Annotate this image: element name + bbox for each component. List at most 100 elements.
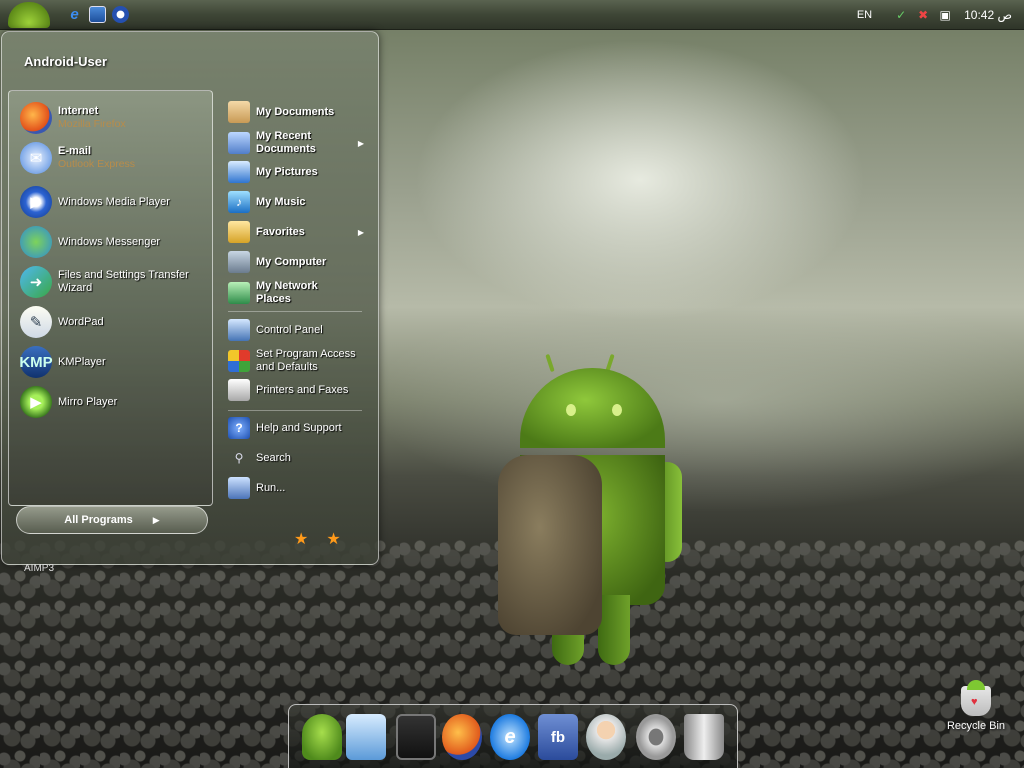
menu-item-label: My Documents: [256, 105, 335, 118]
menu-item-favorites[interactable]: Favorites ▶: [228, 221, 368, 243]
menu-item-label: My Network Places: [256, 280, 318, 305]
menu-item-windows-messenger[interactable]: Windows Messenger: [20, 224, 205, 260]
language-indicator[interactable]: EN: [857, 9, 872, 21]
android-antenna-left: [545, 353, 555, 373]
transfer-wizard-icon: ➜: [20, 266, 52, 298]
connection-icon[interactable]: ▣: [938, 8, 952, 22]
user-name: Android-User: [24, 54, 108, 69]
system-tray: EN ✓ ✖ ▣ 10:42 ص: [857, 0, 1024, 30]
help-icon: ?: [228, 417, 250, 439]
menu-item-my-documents[interactable]: My Documents: [228, 101, 368, 123]
menu-item-title: Internet: [58, 105, 99, 117]
menu-item-label: Favorites: [256, 225, 305, 238]
menu-item-label: My Computer: [256, 255, 327, 268]
menu-item-title: WordPad: [58, 315, 104, 328]
menu-item-label: Control Panel: [256, 323, 323, 336]
menu-item-my-computer[interactable]: My Computer: [228, 251, 368, 273]
run-icon: [228, 477, 250, 499]
program-access-icon: [228, 350, 250, 372]
menu-item-title: Mirro Player: [58, 395, 118, 408]
menu-item-title: KMPlayer: [58, 355, 106, 368]
internet-explorer-icon[interactable]: e: [490, 714, 530, 760]
menu-item-control-panel[interactable]: Control Panel: [228, 319, 368, 341]
windows-messenger-icon: [20, 226, 52, 258]
menu-item-run[interactable]: Run...: [228, 477, 368, 499]
email-icon: ✉: [20, 142, 52, 174]
my-pictures-icon: [228, 161, 250, 183]
menu-item-email[interactable]: ✉ E-mail Outlook Express: [20, 140, 205, 176]
submenu-arrow-icon: ▶: [357, 227, 364, 237]
android-backpack: [498, 455, 602, 635]
star-icon: ★: [294, 531, 309, 548]
menu-item-windows-media-player[interactable]: ▶ Windows Media Player: [20, 184, 205, 220]
menu-item-my-music[interactable]: ♪ My Music: [228, 191, 368, 213]
submenu-arrow-icon: ▶: [357, 138, 364, 148]
recycle-bin-icon: ♥: [961, 680, 991, 716]
settings-gear-icon[interactable]: [636, 714, 676, 760]
my-documents-icon: [228, 101, 250, 123]
menu-divider: [228, 410, 362, 411]
menu-item-label: My Recent Documents: [256, 130, 316, 155]
desktop-label-aimp[interactable]: AIMP3: [24, 563, 54, 574]
menu-item-label: Set Program Access and Defaults: [256, 348, 356, 373]
arrow-right-icon: ▶: [152, 514, 160, 525]
mirro-player-icon: ▶: [20, 386, 52, 418]
menu-item-transfer-wizard[interactable]: ➜ Files and Settings Transfer Wizard: [20, 264, 205, 300]
windows-media-player-icon: ▶: [20, 186, 52, 218]
recycle-bin-label: Recycle Bin: [946, 720, 1006, 732]
menu-item-label: Printers and Faxes: [256, 383, 349, 396]
menu-item-search[interactable]: ⚲ Search: [228, 447, 368, 469]
menu-item-program-access[interactable]: Set Program Access and Defaults: [228, 348, 368, 374]
menu-item-my-recent-documents[interactable]: My Recent Documents ▶: [228, 130, 368, 156]
menu-item-title: Windows Media Player: [58, 195, 170, 208]
android-head: [520, 368, 665, 448]
recycle-bin[interactable]: ♥ Recycle Bin: [944, 680, 1008, 732]
menu-item-printers-and-faxes[interactable]: Printers and Faxes: [228, 379, 368, 401]
monitor-icon[interactable]: [346, 714, 386, 760]
tablet-icon[interactable]: [396, 714, 436, 760]
internet-explorer-icon[interactable]: e: [66, 6, 83, 23]
menu-item-mirro-player[interactable]: ▶ Mirro Player: [20, 384, 205, 420]
star-icon: ★: [326, 531, 341, 548]
security-alert-icon[interactable]: ✖: [916, 8, 930, 22]
menu-item-label: My Music: [256, 195, 306, 208]
all-programs-button[interactable]: All Programs ▶: [16, 506, 208, 534]
menu-item-my-network-places[interactable]: My Network Places: [228, 280, 368, 306]
android-leg-right: [598, 595, 630, 665]
menu-item-help-and-support[interactable]: ? Help and Support: [228, 417, 368, 439]
all-programs-label: All Programs: [64, 514, 133, 526]
wordpad-icon: ✎: [20, 306, 52, 338]
menu-item-my-pictures[interactable]: My Pictures: [228, 161, 368, 183]
menu-item-title: E-mail: [58, 145, 92, 157]
start-button[interactable]: [8, 2, 50, 28]
firefox-icon[interactable]: [442, 714, 482, 760]
menu-item-wordpad[interactable]: ✎ WordPad: [20, 304, 205, 340]
menu-divider: [228, 311, 362, 312]
facebook-icon[interactable]: fb: [538, 714, 578, 760]
firefox-icon: [20, 102, 52, 134]
favorites-icon: [228, 221, 250, 243]
my-music-icon: ♪: [228, 191, 250, 213]
decorative-stars: ★ ★: [294, 529, 341, 549]
menu-item-title: Windows Messenger: [58, 235, 161, 248]
menu-item-subtitle: Outlook Express: [58, 158, 136, 170]
clock[interactable]: 10:42 ص: [964, 8, 1012, 22]
media-player-icon[interactable]: [112, 6, 129, 23]
android-icon[interactable]: [302, 714, 342, 760]
show-desktop-icon[interactable]: [89, 6, 106, 23]
user-support-icon[interactable]: [586, 714, 626, 760]
network-icon[interactable]: ✓: [894, 8, 908, 22]
my-network-places-icon: [228, 282, 250, 304]
trash-can-icon[interactable]: [684, 714, 724, 760]
search-icon: ⚲: [234, 451, 244, 465]
control-panel-icon: [228, 319, 250, 341]
menu-item-internet[interactable]: Internet Mozilla Firefox: [20, 100, 205, 136]
start-menu: Android-User Internet Mozilla Firefox ✉ …: [1, 31, 379, 565]
menu-item-kmplayer[interactable]: KMP KMPlayer: [19, 344, 205, 380]
quick-launch: e: [66, 6, 129, 23]
menu-item-label: Help and Support: [256, 421, 342, 434]
menu-item-label: Search: [256, 451, 291, 464]
android-eye-left: [566, 404, 576, 416]
android-eye-right: [612, 404, 622, 416]
menu-item-subtitle: Mozilla Firefox: [58, 118, 126, 130]
